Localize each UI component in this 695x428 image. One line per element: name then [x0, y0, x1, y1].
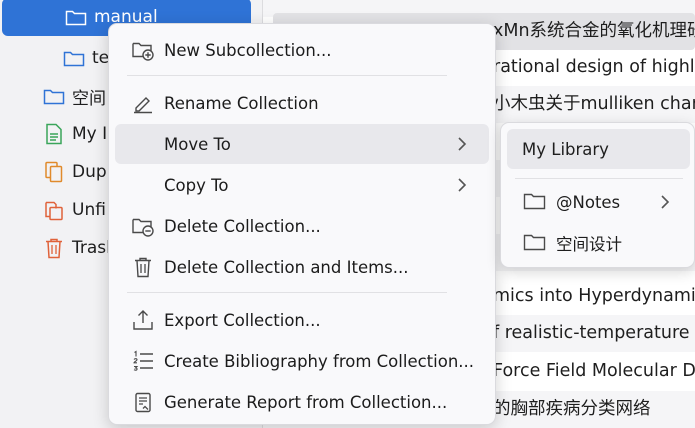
chevron-right-icon: [455, 174, 469, 196]
folder-icon: [523, 191, 547, 213]
folder-icon: [42, 84, 66, 108]
menu-item-label: Move To: [164, 134, 231, 154]
menu-separator: [127, 75, 447, 76]
menu-item-rename-collection[interactable]: Rename Collection: [115, 83, 489, 123]
sidebar-item-label: Trasl: [72, 238, 111, 258]
menu-item-move-to[interactable]: Move To: [115, 124, 489, 164]
collection-context-menu: New Subcollection... Rename Collection M…: [108, 23, 496, 425]
move-to-submenu: My Library @Notes 空间设计: [500, 122, 695, 268]
menu-item-copy-to[interactable]: Copy To: [115, 165, 489, 205]
menu-separator: [515, 178, 683, 179]
submenu-item-space-design[interactable]: 空间设计: [507, 223, 690, 263]
menu-item-label: Export Collection...: [164, 310, 321, 330]
folder-icon: [64, 5, 88, 29]
menu-item-label: Generate Report from Collection...: [164, 392, 448, 412]
submenu-item-label: 空间设计: [556, 235, 622, 254]
unfiled-icon: [42, 198, 66, 222]
numbered-list-icon: [131, 349, 155, 373]
menu-item-label: Delete Collection...: [164, 216, 321, 236]
trash-icon: [131, 255, 155, 279]
report-icon: [131, 390, 155, 414]
submenu-item-notes[interactable]: @Notes: [507, 182, 690, 222]
menu-item-new-subcollection[interactable]: New Subcollection...: [115, 30, 489, 70]
new-folder-icon: [131, 38, 155, 62]
menu-item-create-bibliography[interactable]: Create Bibliography from Collection...: [115, 341, 489, 381]
export-icon: [131, 308, 155, 332]
submenu-item-my-library[interactable]: My Library: [507, 129, 690, 169]
chevron-right-icon: [455, 133, 469, 155]
submenu-item-label: @Notes: [556, 192, 621, 212]
sidebar-item-label: te: [92, 48, 110, 68]
sidebar-item-label: Dup: [72, 162, 107, 182]
menu-item-generate-report[interactable]: Generate Report from Collection...: [115, 382, 489, 422]
chevron-right-icon: [658, 191, 672, 213]
menu-item-label: Create Bibliography from Collection...: [164, 351, 475, 371]
pencil-icon: [131, 91, 155, 115]
folder-icon: [523, 232, 547, 254]
duplicate-icon: [42, 160, 66, 184]
menu-separator: [127, 292, 447, 293]
folder-icon: [62, 46, 86, 70]
menu-item-label: New Subcollection...: [164, 40, 332, 60]
menu-item-delete-collection-and-items[interactable]: Delete Collection and Items...: [115, 247, 489, 287]
submenu-item-label: My Library: [522, 139, 609, 159]
menu-item-label: Copy To: [164, 175, 229, 195]
menu-item-delete-collection[interactable]: Delete Collection...: [115, 206, 489, 246]
sidebar-item-label: 空间: [72, 88, 106, 109]
menu-item-label: Delete Collection and Items...: [164, 257, 409, 277]
trash-icon: [42, 236, 66, 260]
delete-folder-icon: [131, 214, 155, 238]
menu-item-label: Rename Collection: [164, 93, 319, 113]
sidebar-item-label: Unfi: [72, 200, 106, 220]
menu-item-export-collection[interactable]: Export Collection...: [115, 300, 489, 340]
document-icon: [42, 122, 66, 146]
sidebar-item-label: My I: [72, 124, 108, 144]
